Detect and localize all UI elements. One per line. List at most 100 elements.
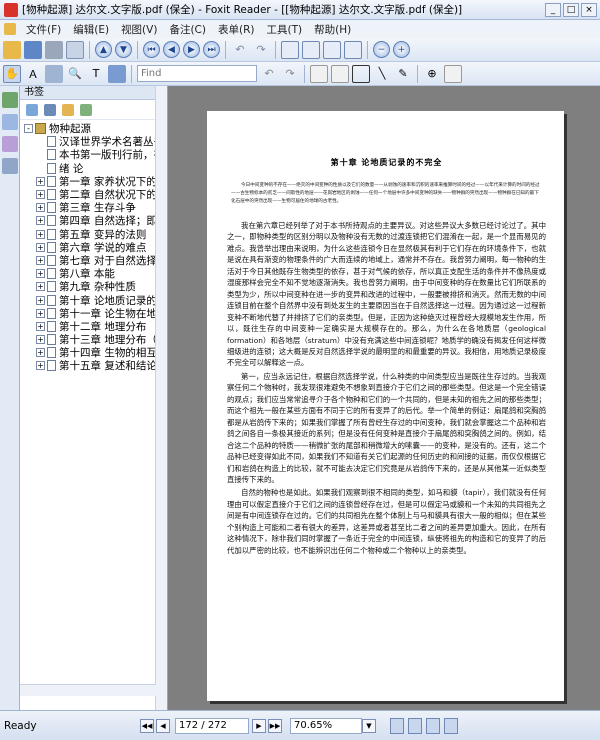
- bookmark-item[interactable]: + 第五章 变异的法则: [20, 228, 167, 241]
- last-page-icon[interactable]: ⏭: [203, 41, 220, 58]
- menu-view[interactable]: 视图(V): [115, 22, 163, 37]
- page-view-icon[interactable]: [281, 40, 299, 59]
- expand-icon[interactable]: +: [36, 255, 45, 265]
- snapshot-icon[interactable]: [45, 64, 63, 83]
- expand-icon[interactable]: +: [36, 269, 45, 279]
- layers-tab-icon[interactable]: [2, 136, 18, 152]
- status-next-page-icon[interactable]: ▶: [252, 718, 266, 733]
- bookmark-item[interactable]: + 第十一章 论生物在地质: [20, 307, 167, 320]
- bookmark-item[interactable]: 汉译世界学术名著丛书: [20, 135, 167, 148]
- scroll-up-icon[interactable]: ▲: [95, 41, 112, 58]
- zoom-in-icon[interactable]: +: [393, 41, 410, 58]
- bookmark-item[interactable]: + 第二章 自然状况下的变异: [20, 188, 167, 201]
- bookmark-item[interactable]: + 第十二章 地理分布: [20, 320, 167, 333]
- fit-width-icon[interactable]: [344, 40, 362, 59]
- bookmark-item[interactable]: + 第九章 杂种性质: [20, 280, 167, 293]
- expand-icon[interactable]: +: [36, 282, 45, 292]
- expand-icon[interactable]: +: [36, 295, 45, 305]
- collapse-icon[interactable]: -: [24, 124, 33, 134]
- expand-icon[interactable]: +: [36, 361, 45, 371]
- expand-icon[interactable]: +: [36, 242, 45, 252]
- zoom-tool-icon[interactable]: 🔍: [66, 65, 84, 83]
- status-first-page-icon[interactable]: ◀◀: [140, 718, 154, 733]
- find-previous-icon[interactable]: ↶: [260, 65, 278, 83]
- bookmark-properties-icon[interactable]: [80, 103, 92, 116]
- stamp-tool-icon[interactable]: [444, 64, 462, 83]
- email-icon[interactable]: [66, 40, 84, 59]
- delete-bookmark-icon[interactable]: [44, 103, 56, 116]
- maximize-button[interactable]: □: [563, 2, 579, 17]
- next-page-icon[interactable]: ▶: [183, 41, 200, 58]
- first-page-icon[interactable]: ⏮: [143, 41, 160, 58]
- expand-icon[interactable]: +: [36, 190, 45, 200]
- status-last-page-icon[interactable]: ▶▶: [268, 718, 282, 733]
- zoom-level-field[interactable]: 70.65%: [290, 717, 362, 734]
- comments-tab-icon[interactable]: [2, 158, 18, 174]
- scroll-down-icon[interactable]: ▼: [115, 41, 132, 58]
- zoom-out-icon[interactable]: −: [373, 41, 390, 58]
- open-folder-icon[interactable]: [3, 40, 21, 59]
- expand-icon[interactable]: +: [36, 321, 45, 331]
- bookmark-item[interactable]: - 物种起源: [20, 122, 167, 135]
- bookmark-item[interactable]: 本书第一版刊行前，有关: [20, 148, 167, 161]
- menu-comments[interactable]: 备注(C): [163, 22, 212, 37]
- highlight-tool-icon[interactable]: [331, 64, 349, 83]
- bookmark-item[interactable]: + 第十四章 生物的相互亲缘: [20, 346, 167, 359]
- bookmark-item[interactable]: + 第十三章 地理分布（续）: [20, 333, 167, 346]
- rectangle-tool-icon[interactable]: [352, 64, 370, 83]
- close-button[interactable]: ×: [581, 2, 597, 17]
- line-tool-icon[interactable]: ╲: [373, 65, 391, 83]
- page-number-field[interactable]: 172 / 272: [175, 717, 249, 734]
- expand-icon[interactable]: +: [36, 308, 45, 318]
- redo-icon[interactable]: ↷: [252, 41, 270, 59]
- menu-tools[interactable]: 工具(T): [260, 22, 308, 37]
- bookmark-item[interactable]: + 第七章 对于自然选择学说: [20, 254, 167, 267]
- bookmark-vertical-scrollbar[interactable]: [155, 86, 167, 710]
- document-view[interactable]: 第十章 论地质记录的不完全 今日中间变种的不存在——绝灭的中间变种的性质以及它们…: [168, 86, 600, 710]
- add-bookmark-icon[interactable]: [62, 103, 74, 116]
- bookmark-item[interactable]: + 第十五章 复述和结论: [20, 359, 167, 372]
- save-icon[interactable]: [24, 40, 42, 59]
- expand-icon[interactable]: +: [36, 176, 45, 186]
- actual-size-icon[interactable]: [302, 40, 320, 59]
- status-prev-page-icon[interactable]: ◀: [156, 718, 170, 733]
- bookmark-item[interactable]: + 第十章 论地质记录的不完: [20, 293, 167, 307]
- expand-bookmark-icon[interactable]: [26, 103, 38, 116]
- single-page-layout-icon[interactable]: [390, 717, 404, 734]
- bookmark-item[interactable]: + 第六章 学说的难点: [20, 241, 167, 254]
- expand-icon[interactable]: +: [36, 348, 45, 358]
- bookmark-horizontal-scrollbar[interactable]: [20, 684, 156, 696]
- document-menu-icon[interactable]: [4, 23, 16, 35]
- bookmarks-tab-icon[interactable]: [2, 92, 18, 108]
- facing-layout-icon[interactable]: [426, 717, 440, 734]
- find-input[interactable]: [137, 65, 257, 82]
- bookmark-item[interactable]: + 第一章 家养状况下的变异: [20, 175, 167, 188]
- distance-tool-icon[interactable]: ⊕: [423, 65, 441, 83]
- typewriter-icon[interactable]: T: [87, 65, 105, 83]
- pages-tab-icon[interactable]: [2, 114, 18, 130]
- bookmark-item[interactable]: 绪 论: [20, 162, 167, 175]
- continuous-facing-layout-icon[interactable]: [444, 717, 458, 734]
- expand-icon[interactable]: +: [36, 216, 45, 226]
- fit-page-icon[interactable]: [323, 40, 341, 59]
- continuous-layout-icon[interactable]: [408, 717, 422, 734]
- bookmark-item[interactable]: + 第三章 生存斗争: [20, 201, 167, 214]
- select-text-icon[interactable]: Ａ: [24, 65, 42, 83]
- menu-file[interactable]: 文件(F): [20, 22, 67, 37]
- bookmark-item[interactable]: + 第八章 本能: [20, 267, 167, 280]
- menu-edit[interactable]: 编辑(E): [67, 22, 115, 37]
- menu-help[interactable]: 帮助(H): [308, 22, 357, 37]
- expand-icon[interactable]: +: [36, 203, 45, 213]
- hand-tool-icon[interactable]: ✋: [3, 64, 21, 83]
- previous-page-icon[interactable]: ◀: [163, 41, 180, 58]
- bookmark-item[interactable]: + 第四章 自然选择；即最适: [20, 214, 167, 227]
- zoom-dropdown-icon[interactable]: ▼: [362, 718, 376, 733]
- expand-icon[interactable]: +: [36, 335, 45, 345]
- pdf-page[interactable]: 第十章 论地质记录的不完全 今日中间变种的不存在——绝灭的中间变种的性质以及它们…: [207, 111, 564, 701]
- expand-icon[interactable]: +: [36, 229, 45, 239]
- minimize-button[interactable]: _: [545, 2, 561, 17]
- menu-forms[interactable]: 表单(R): [212, 22, 261, 37]
- image-tool-icon[interactable]: [108, 64, 126, 83]
- pencil-tool-icon[interactable]: ✎: [394, 65, 412, 83]
- print-icon[interactable]: [45, 40, 63, 59]
